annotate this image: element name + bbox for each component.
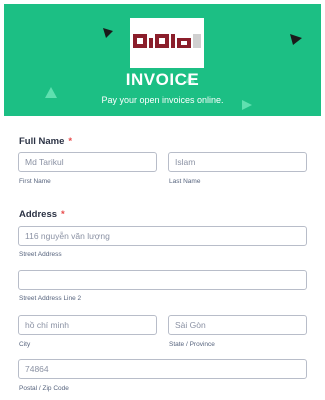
first-name-input[interactable]: Md Tarikul: [18, 152, 157, 172]
street-address-sublabel: Street Address: [19, 251, 62, 258]
triangle-decoration-icon: [103, 28, 113, 38]
page-subtitle: Pay your open invoices online.: [101, 95, 224, 105]
postal-code-input[interactable]: 74864: [18, 359, 307, 379]
first-name-sublabel: First Name: [19, 178, 51, 185]
street-address-input[interactable]: 116 nguyễn văn lượng: [18, 226, 307, 246]
state-input[interactable]: Sài Gòn: [168, 315, 307, 335]
triangle-decoration-icon: [290, 34, 302, 45]
required-mark: *: [68, 136, 73, 147]
postal-code-sublabel: Postal / Zip Code: [19, 385, 69, 392]
company-logo: [130, 18, 204, 68]
page-title: INVOICE: [125, 70, 200, 89]
invoice-form: Full Name * Md Tarikul First Name Islam L…: [0, 116, 325, 400]
form-header: INVOICE Pay your open invoices online.: [4, 4, 321, 116]
street-address-line2-input[interactable]: [18, 270, 307, 290]
required-mark: *: [61, 209, 65, 220]
city-input[interactable]: hồ chí minh: [18, 315, 157, 335]
city-sublabel: City: [19, 341, 31, 348]
last-name-sublabel: Last Name: [169, 178, 201, 185]
address-label: Address *: [19, 209, 65, 220]
state-sublabel: State / Province: [169, 341, 215, 348]
last-name-input[interactable]: Islam: [168, 152, 307, 172]
full-name-label: Full Name *: [19, 136, 73, 147]
street-address-line2-sublabel: Street Address Line 2: [19, 295, 82, 302]
